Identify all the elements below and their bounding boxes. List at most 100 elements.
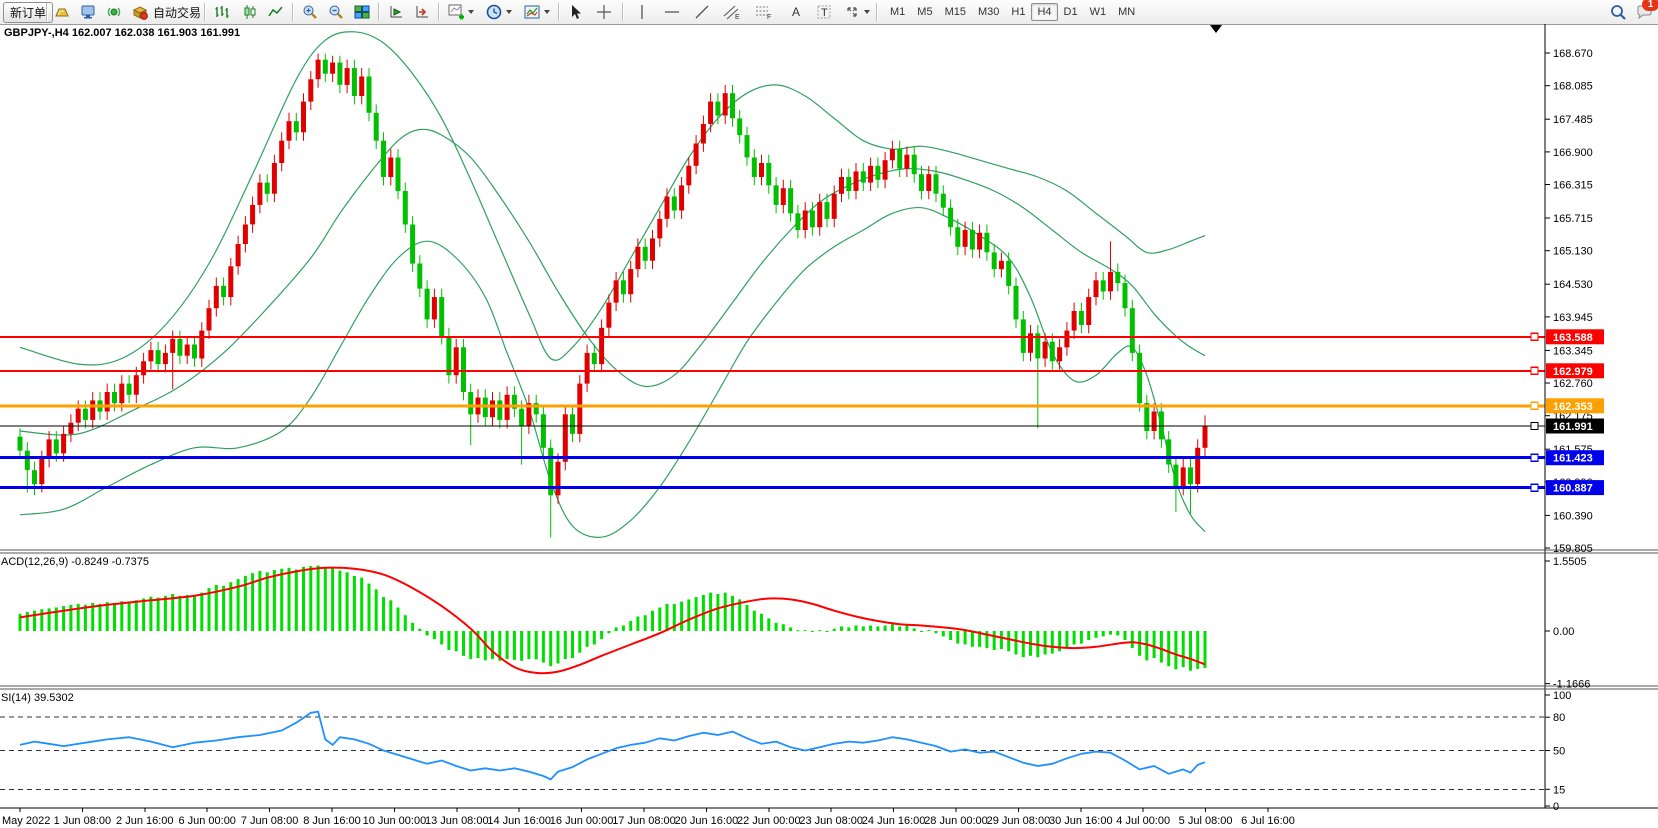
text-label-icon: T <box>814 2 834 22</box>
auto-trading-label: 自动交易 <box>153 4 201 21</box>
trendline-icon <box>692 2 712 22</box>
timeframe-button-MN[interactable]: MN <box>1112 3 1141 21</box>
svg-text:6 Jun 00:00: 6 Jun 00:00 <box>178 815 236 827</box>
svg-text:165.130: 165.130 <box>1553 246 1593 258</box>
time-axis[interactable]: May 20221 Jun 08:002 Jun 16:006 Jun 00:0… <box>2 808 1295 827</box>
svg-text:-1.1666: -1.1666 <box>1553 679 1590 691</box>
svg-text:160.390: 160.390 <box>1553 510 1593 522</box>
svg-text:80: 80 <box>1553 712 1565 724</box>
bollinger-upper-band <box>20 32 1205 365</box>
svg-text:10 Jun 00:00: 10 Jun 00:00 <box>363 815 427 827</box>
svg-text:0.00: 0.00 <box>1553 626 1574 638</box>
svg-text:168.670: 168.670 <box>1553 48 1593 60</box>
auto-trading-button[interactable]: 自动交易 <box>130 1 201 23</box>
svg-text:0: 0 <box>1553 801 1559 813</box>
chart-frame <box>0 24 1658 808</box>
search-icon <box>1608 2 1628 22</box>
ingot-button[interactable] <box>52 1 72 23</box>
search-button[interactable] <box>1608 1 1628 23</box>
templates-button[interactable] <box>522 1 550 23</box>
zoom-out-button[interactable] <box>326 1 346 23</box>
vertical-line-icon <box>632 2 652 22</box>
zoom-in-button[interactable] <box>300 1 320 23</box>
svg-text:17 Jun 08:00: 17 Jun 08:00 <box>612 815 676 827</box>
chart-canvas[interactable]: 168.670168.085167.485166.900166.315165.7… <box>0 24 1658 828</box>
toolbar-separator <box>292 3 294 21</box>
svg-text:16 Jun 00:00: 16 Jun 00:00 <box>550 815 614 827</box>
svg-text:100: 100 <box>1553 690 1571 702</box>
timeframe-button-M1[interactable]: M1 <box>884 3 911 21</box>
toolbar: 新订单 自动交易 <box>0 0 1658 25</box>
signal-icon <box>104 2 124 22</box>
svg-text:28 Jun 00:00: 28 Jun 00:00 <box>924 815 988 827</box>
svg-text:165.715: 165.715 <box>1553 213 1593 225</box>
svg-text:2 Jun 16:00: 2 Jun 16:00 <box>116 815 174 827</box>
svg-text:166.900: 166.900 <box>1553 147 1593 159</box>
bar-chart-button[interactable] <box>212 1 232 23</box>
indicators-icon <box>446 2 466 22</box>
timeframe-bar: M1M5M15M30H1H4D1W1MN <box>884 1 1141 23</box>
macd-histogram <box>19 566 1207 671</box>
timeframe-button-H4[interactable]: H4 <box>1031 3 1057 21</box>
crosshair-icon <box>594 2 614 22</box>
rsi-levels <box>0 717 1545 789</box>
svg-text:161.991: 161.991 <box>1553 421 1593 433</box>
chart-shift-icon <box>412 2 432 22</box>
chat-icon: 1 <box>1634 2 1654 22</box>
terminal-button[interactable] <box>78 1 98 23</box>
chart-shift-button[interactable] <box>412 1 432 23</box>
bar-chart-icon <box>212 2 232 22</box>
arrows-icon <box>842 2 862 22</box>
horizontal-line-tool[interactable] <box>662 1 682 23</box>
timeframe-button-M5[interactable]: M5 <box>911 3 938 21</box>
periods-button[interactable] <box>484 1 512 23</box>
periods-icon <box>484 2 504 22</box>
indicators-button[interactable] <box>446 1 474 23</box>
timeframe-button-M15[interactable]: M15 <box>939 3 972 21</box>
svg-text:166.315: 166.315 <box>1553 180 1593 192</box>
price-axis[interactable]: 168.670168.085167.485166.900166.315165.7… <box>1545 48 1604 555</box>
timeframe-button-M30[interactable]: M30 <box>972 3 1005 21</box>
toolbar-separator <box>876 3 878 21</box>
arrows-tool[interactable] <box>842 1 870 23</box>
cursor-button[interactable] <box>566 1 586 23</box>
symbol-ohlc-label: GBPJPY-,H4 162.007 162.038 161.903 161.9… <box>4 27 240 39</box>
text-tool[interactable]: A <box>786 1 806 23</box>
rsi-line <box>20 712 1205 780</box>
svg-text:162.979: 162.979 <box>1553 366 1593 378</box>
svg-text:162.760: 162.760 <box>1553 378 1593 390</box>
text-label-tool[interactable]: T <box>814 1 834 23</box>
macd-axis: 1.55050.00-1.1666 <box>1545 556 1590 691</box>
trendline-tool[interactable] <box>692 1 712 23</box>
timeframe-button-W1[interactable]: W1 <box>1084 3 1113 21</box>
chat-button[interactable]: 1 <box>1634 1 1654 23</box>
candlestick-chart-button[interactable] <box>240 1 260 23</box>
equidistant-channel-tool[interactable]: E <box>722 1 742 23</box>
auto-scroll-button[interactable] <box>386 1 406 23</box>
crosshair-button[interactable] <box>594 1 614 23</box>
arrows-caret <box>864 10 870 14</box>
timeframe-button-D1[interactable]: D1 <box>1058 3 1084 21</box>
zoom-in-icon <box>300 2 320 22</box>
equidistant-channel-icon: E <box>722 2 742 22</box>
signal-button[interactable] <box>104 1 124 23</box>
timeframe-button-H1[interactable]: H1 <box>1005 3 1031 21</box>
chart-shift-marker[interactable] <box>1210 25 1222 33</box>
text-icon: A <box>786 2 806 22</box>
svg-text:13 Jun 08:00: 13 Jun 08:00 <box>425 815 489 827</box>
terminal-icon <box>78 2 98 22</box>
horizontal-level-lines[interactable] <box>0 333 1545 491</box>
line-chart-button[interactable] <box>266 1 286 23</box>
svg-text:167.485: 167.485 <box>1553 114 1593 126</box>
svg-text:24 Jun 16:00: 24 Jun 16:00 <box>862 815 926 827</box>
indicators-caret <box>468 10 474 14</box>
fibonacci-tool[interactable]: F <box>754 1 774 23</box>
svg-text:50: 50 <box>1553 746 1565 758</box>
svg-text:163.345: 163.345 <box>1553 345 1593 357</box>
notification-badge: 1 <box>1642 0 1658 11</box>
toolbar-separator <box>558 3 560 21</box>
svg-text:7 Jun 08:00: 7 Jun 08:00 <box>241 815 299 827</box>
svg-text:23 Jun 08:00: 23 Jun 08:00 <box>799 815 863 827</box>
vertical-line-tool[interactable] <box>632 1 652 23</box>
tile-windows-button[interactable] <box>352 1 372 23</box>
